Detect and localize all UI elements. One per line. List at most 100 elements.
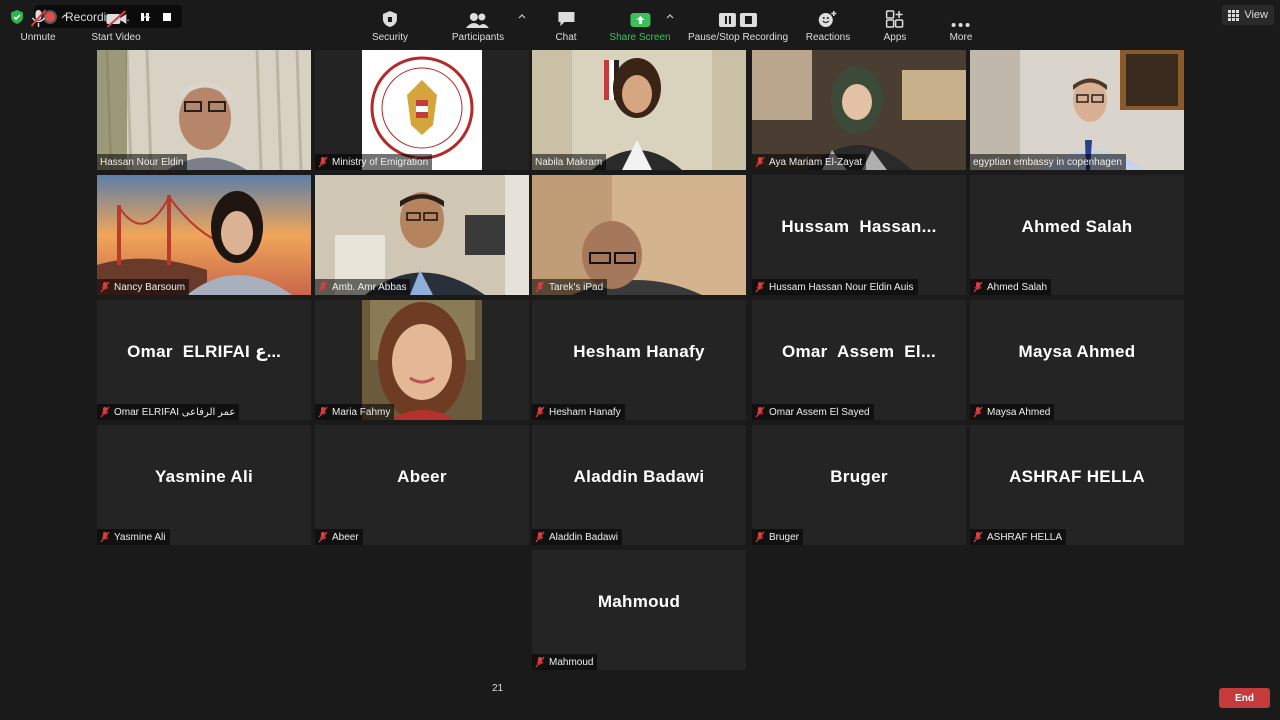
participant-nameplate: Hussam Hassan Nour Eldin Auis <box>752 279 918 295</box>
participant-tile[interactable]: Amb. Amr Abbas <box>315 175 529 295</box>
participant-tile[interactable]: Hussam Hassan... Hussam Hassan Nour Eldi… <box>752 175 966 295</box>
participant-nameplate: Aladdin Badawi <box>532 529 622 545</box>
participant-name: Hassan Nour Eldin <box>100 156 184 168</box>
participants-label: Participants <box>451 32 505 43</box>
pause-stop-recording-icon <box>718 13 757 27</box>
participant-tile[interactable]: Abeer Abeer <box>315 425 529 545</box>
muted-mic-icon <box>30 9 46 27</box>
participant-tile[interactable]: Tarek's iPad <box>532 175 746 295</box>
participant-display-name: Hussam Hassan... <box>781 217 937 236</box>
participant-name: Abeer <box>332 531 359 543</box>
participant-tile[interactable]: Bruger Bruger <box>752 425 966 545</box>
participant-tile[interactable]: Yasmine Ali Yasmine Ali <box>97 425 311 545</box>
participant-tile[interactable]: Aya Mariam El-Zayat <box>752 50 966 170</box>
participant-name: ASHRAF HELLA <box>987 531 1063 543</box>
muted-mic-icon <box>318 156 328 168</box>
participant-display-name: Yasmine Ali <box>154 467 254 486</box>
participant-tile[interactable]: Maria Fahmy <box>315 300 529 420</box>
muted-mic-icon <box>755 406 765 418</box>
participant-nameplate: Bruger <box>752 529 804 545</box>
audio-options-chevron-icon[interactable] <box>61 12 69 20</box>
participant-name: Aya Mariam El-Zayat <box>769 156 863 168</box>
more-button[interactable]: More <box>950 6 972 43</box>
apps-label: Apps <box>883 32 907 43</box>
participant-tile-active-speaker[interactable]: Nabila Makram <box>532 50 746 170</box>
security-button[interactable]: Security <box>372 6 408 43</box>
participant-nameplate: ASHRAF HELLA <box>970 529 1067 545</box>
participant-name: Omar ELRIFAI عمر الرفاعى <box>114 406 236 418</box>
participant-tile[interactable]: Mahmoud Mahmoud <box>532 550 746 670</box>
participant-display-name: Ahmed Salah <box>1021 217 1133 236</box>
video-off-icon <box>105 10 126 28</box>
start-video-label: Start Video <box>91 32 141 43</box>
participant-display-name: Bruger <box>830 467 888 486</box>
participant-tile[interactable]: egyptian embassy in copenhagen <box>970 50 1184 170</box>
more-dots-icon <box>951 23 970 27</box>
reactions-label: Reactions <box>805 32 851 43</box>
stop-icon <box>163 12 171 21</box>
participant-nameplate: Tarek's iPad <box>532 279 608 295</box>
participant-display-name: Mahmoud <box>597 592 681 611</box>
participant-tile[interactable]: Omar ELRIFAI ع... Omar ELRIFAI عمر الرفا… <box>97 300 311 420</box>
participant-name: Hesham Hanafy <box>549 406 621 418</box>
participant-tile[interactable]: Ahmed Salah Ahmed Salah <box>970 175 1184 295</box>
participant-nameplate: Aya Mariam El-Zayat <box>752 154 867 170</box>
muted-mic-icon <box>755 531 765 543</box>
participant-display-name: Hesham Hanafy <box>573 342 705 361</box>
participants-options-chevron-icon[interactable] <box>518 12 526 20</box>
participant-name: Bruger <box>769 531 800 543</box>
start-video-button[interactable]: Start Video <box>91 6 141 43</box>
muted-mic-icon <box>755 156 765 168</box>
muted-mic-icon <box>535 656 545 668</box>
share-screen-button[interactable]: Share Screen <box>609 6 671 43</box>
participant-name: Nancy Barsoum <box>114 281 186 293</box>
participant-name: Ministry of Emigration <box>332 156 429 168</box>
stop-recording-button[interactable] <box>160 10 174 24</box>
participant-tile[interactable]: Omar Assem El... Omar Assem El Sayed <box>752 300 966 420</box>
muted-mic-icon <box>100 531 110 543</box>
participant-name: Hussam Hassan Nour Eldin Auis <box>769 281 914 293</box>
participant-tile[interactable]: Nancy Barsoum <box>97 175 311 295</box>
end-meeting-button[interactable]: End <box>1219 688 1270 708</box>
participant-tile[interactable]: Ministry of Emigration <box>315 50 529 170</box>
muted-mic-icon <box>318 531 328 543</box>
participant-tile[interactable]: Hassan Nour Eldin <box>97 50 311 170</box>
participant-video <box>752 50 966 170</box>
participant-video <box>970 50 1184 170</box>
security-label: Security <box>371 32 409 43</box>
participant-tile[interactable]: Hesham Hanafy Hesham Hanafy <box>532 300 746 420</box>
participant-nameplate: egyptian embassy in copenhagen <box>970 154 1126 170</box>
pause-stop-recording-button[interactable]: Pause/Stop Recording <box>688 6 788 43</box>
share-options-chevron-icon[interactable] <box>666 12 674 20</box>
unmute-label: Unmute <box>20 32 56 43</box>
participant-video <box>532 50 746 170</box>
participant-nameplate: Nabila Makram <box>532 154 607 170</box>
chat-bubble-icon <box>558 12 574 26</box>
muted-mic-icon <box>973 281 983 293</box>
participant-nameplate: Amb. Amr Abbas <box>315 279 411 295</box>
participant-tile[interactable]: ASHRAF HELLA ASHRAF HELLA <box>970 425 1184 545</box>
participant-nameplate: Omar ELRIFAI عمر الرفاعى <box>97 404 240 420</box>
participant-nameplate: Mahmoud <box>532 654 598 670</box>
participant-tile[interactable]: Maysa Ahmed Maysa Ahmed <box>970 300 1184 420</box>
participants-icon <box>466 13 489 28</box>
participant-tile[interactable]: Aladdin Badawi Aladdin Badawi <box>532 425 746 545</box>
muted-mic-icon <box>100 281 110 293</box>
reactions-button[interactable]: Reactions <box>806 6 850 43</box>
participant-name: Tarek's iPad <box>549 281 604 293</box>
participant-name: Omar Assem El Sayed <box>769 406 870 418</box>
chat-label: Chat <box>555 32 577 43</box>
apps-button[interactable]: Apps <box>883 6 907 43</box>
participant-video <box>97 50 311 170</box>
muted-mic-icon <box>973 531 983 543</box>
participant-nameplate: Maysa Ahmed <box>970 404 1055 420</box>
participants-button[interactable]: Participants <box>452 6 504 43</box>
video-options-chevron-icon[interactable] <box>143 12 151 20</box>
participant-count: 21 <box>492 683 504 694</box>
unmute-button[interactable]: Unmute <box>20 6 56 43</box>
view-button[interactable]: View <box>1222 5 1274 25</box>
participant-name: Ahmed Salah <box>987 281 1048 293</box>
participant-video <box>97 175 311 295</box>
ministry-logo-image <box>362 50 482 170</box>
chat-button[interactable]: Chat <box>555 6 577 43</box>
